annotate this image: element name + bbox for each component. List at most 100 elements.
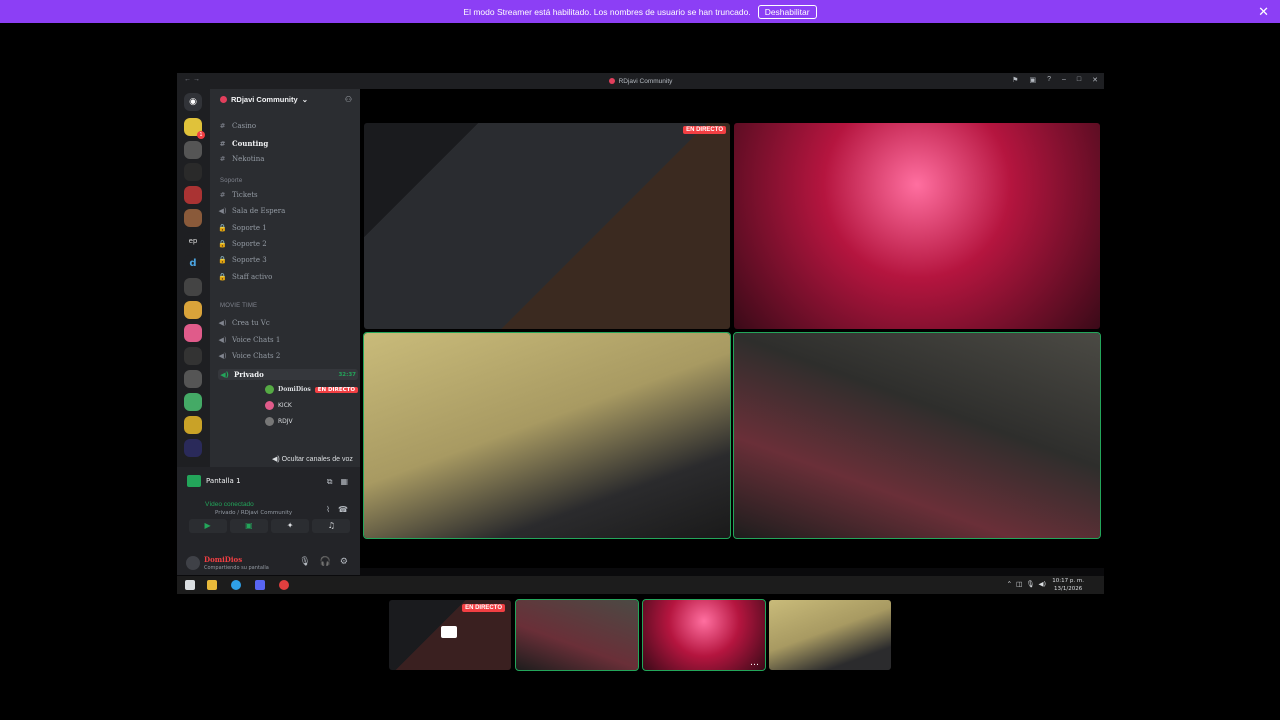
video-status[interactable]: Vídeo conectado: [205, 501, 254, 508]
close-icon[interactable]: ✕: [1258, 4, 1269, 20]
discord-home-icon[interactable]: ◉: [184, 93, 202, 111]
shared-screen-window: ← → RDjavi Community ⚑ ▣ ? – □ ✕ ◉ 1 ep …: [177, 73, 1104, 594]
server-icon[interactable]: [184, 393, 202, 411]
microphone-icon: 🎙: [1026, 580, 1035, 588]
screen-share-tile[interactable]: EN DIRECTO: [364, 123, 730, 329]
user-status: Compartiendo su pantalla: [204, 565, 269, 571]
voice-panel: Pantalla 1 ⧉ ▦ Vídeo conectado Privado / …: [177, 467, 360, 552]
category-movie-time[interactable]: MOVIE TIME: [220, 303, 257, 309]
channel-tickets[interactable]: # Tickets: [218, 191, 258, 199]
server-icon[interactable]: [184, 141, 202, 159]
browser-icon[interactable]: [231, 580, 241, 590]
minimize-icon[interactable]: –: [1062, 76, 1066, 84]
lock-icon: 🔒: [218, 256, 227, 264]
screen-share-row[interactable]: Pantalla 1: [187, 475, 241, 487]
channel-path[interactable]: Privado / RDjavi Community: [215, 510, 292, 516]
server-icon[interactable]: [184, 439, 202, 457]
file-explorer-icon[interactable]: [207, 580, 217, 590]
strip-participant-tile[interactable]: …: [642, 599, 766, 671]
server-icon[interactable]: [184, 278, 202, 296]
live-badge: EN DIRECTO: [462, 604, 505, 612]
window-title: RDjavi Community: [618, 77, 673, 85]
server-icon[interactable]: [184, 186, 202, 204]
channel-soporte-2[interactable]: 🔒 Soporte 2: [218, 240, 267, 248]
chevron-down-icon: ⌄: [301, 95, 308, 104]
channel-soporte-1[interactable]: 🔒 Soporte 1: [218, 224, 267, 232]
channel-sala-de-espera[interactable]: ◀) Sala de Espera: [218, 207, 285, 215]
server-icon[interactable]: [184, 209, 202, 227]
screen-icon[interactable]: ▣: [1029, 76, 1036, 84]
channel-staff-activo[interactable]: 🔒 Staff activo: [218, 273, 272, 281]
participant-video-tile[interactable]: [733, 332, 1101, 539]
camera-button[interactable]: ▶: [188, 519, 227, 533]
inbox-icon[interactable]: ⚑: [1012, 76, 1018, 84]
start-menu-icon[interactable]: [185, 580, 195, 590]
channel-crea-tu-vc[interactable]: ◀) Crea tu Vc: [218, 319, 269, 327]
soundboard-button[interactable]: ♫: [312, 519, 351, 533]
server-icon[interactable]: [184, 416, 202, 434]
server-icon[interactable]: [184, 301, 202, 319]
server-icon[interactable]: [184, 347, 202, 365]
channel-privado[interactable]: ◀) Privado 32:37: [218, 369, 358, 380]
activities-button[interactable]: ✦: [271, 519, 310, 533]
taskbar-clock[interactable]: 10:17 p. m. 13/1/2026: [1052, 577, 1084, 593]
user-bar: DomiDios Compartiendo su pantalla 🎙 🎧 ⚙: [177, 552, 360, 575]
headphones-icon[interactable]: 🎧: [320, 557, 331, 567]
speaker-icon: ◀): [218, 336, 227, 344]
disable-streamer-mode-button[interactable]: Deshabilitar: [757, 4, 817, 19]
server-icon[interactable]: ep: [184, 232, 202, 250]
add-member-icon[interactable]: ⚇: [345, 95, 352, 104]
server-icon[interactable]: 1: [184, 118, 205, 139]
app-icon: [608, 78, 615, 84]
app-taskbar-icon[interactable]: [279, 580, 289, 590]
system-tray[interactable]: ⌃ ◫ 🎙 ◀): [1007, 580, 1046, 588]
channel-nekotina[interactable]: # Nekotina: [218, 155, 265, 163]
channel-voice-chats-2[interactable]: ◀) Voice Chats 2: [218, 352, 280, 360]
help-icon[interactable]: ?: [1047, 76, 1051, 84]
server-icon[interactable]: d: [184, 255, 202, 273]
popout-icon[interactable]: ⧉: [327, 477, 333, 487]
speaker-icon: ◀): [1038, 580, 1046, 588]
channel-casino[interactable]: # Casino: [218, 122, 257, 130]
voice-member[interactable]: RDJV: [265, 417, 293, 426]
maximize-icon[interactable]: □: [1077, 76, 1081, 84]
category-support[interactable]: Soporte: [220, 178, 242, 184]
channel-counting[interactable]: # Counting: [218, 139, 269, 148]
channel-soporte-3[interactable]: 🔒 Soporte 3: [218, 256, 267, 264]
back-arrow-icon[interactable]: ← →: [184, 76, 200, 83]
server-icon[interactable]: [184, 324, 202, 342]
network-icon: ◫: [1016, 580, 1023, 588]
banner-message: El modo Streamer está habilitado. Los no…: [463, 6, 751, 17]
server-name[interactable]: RDjavi Community ⌄: [220, 95, 308, 104]
strip-participant-tile[interactable]: [515, 599, 639, 671]
lock-icon: 🔒: [218, 273, 227, 281]
screen-share-button[interactable]: ▣: [229, 519, 268, 533]
lock-icon: 🔒: [218, 240, 227, 248]
close-window-icon[interactable]: ✕: [1092, 76, 1098, 84]
participant-video-tile[interactable]: [734, 123, 1100, 329]
avatar[interactable]: [186, 556, 200, 570]
voice-member[interactable]: KICK: [265, 401, 292, 410]
speaker-icon: ◀): [218, 207, 227, 215]
speaker-icon: ◀): [272, 456, 282, 463]
server-icon[interactable]: [184, 370, 202, 388]
hash-icon: #: [219, 191, 226, 199]
strip-screen-share-tile[interactable]: EN DIRECTO: [389, 600, 511, 670]
voice-member[interactable]: DomiDios EN DIRECTO: [265, 385, 359, 394]
channel-voice-chats-1[interactable]: ◀) Voice Chats 1: [218, 336, 280, 344]
discord-taskbar-icon[interactable]: [255, 580, 265, 590]
microphone-icon[interactable]: 🎙: [299, 557, 310, 567]
strip-participant-tile[interactable]: [769, 600, 891, 670]
windows-taskbar: ⌃ ◫ 🎙 ◀) 10:17 p. m. 13/1/2026: [177, 576, 1104, 594]
disconnect-icon[interactable]: ☎: [338, 505, 348, 514]
grid-icon[interactable]: ▦: [340, 477, 348, 487]
settings-gear-icon[interactable]: ⚙: [340, 557, 348, 567]
participant-video-tile[interactable]: [363, 332, 731, 539]
server-icon[interactable]: [184, 163, 202, 181]
noise-suppression-icon[interactable]: ⌇: [326, 505, 330, 514]
avatar: [265, 401, 274, 410]
hide-voice-channels-button[interactable]: ◀) Ocultar canales de voz: [272, 455, 353, 463]
username[interactable]: DomiDios: [204, 555, 242, 564]
streamer-mode-banner: El modo Streamer está habilitado. Los no…: [0, 0, 1280, 23]
lock-icon: 🔒: [218, 224, 227, 232]
